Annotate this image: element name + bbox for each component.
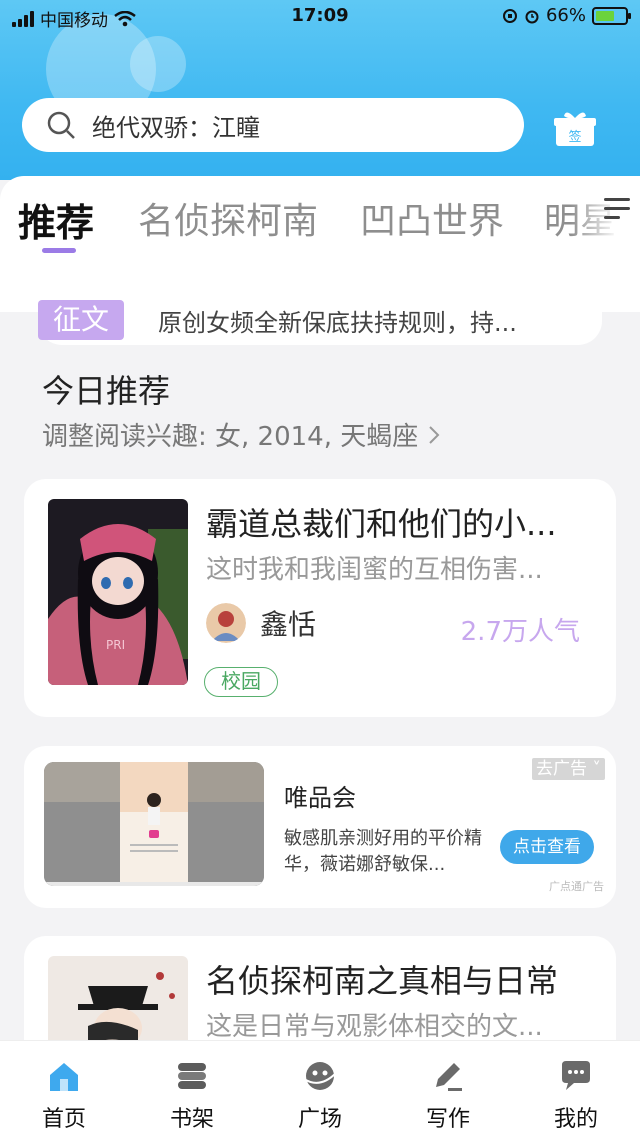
ad-description: 敏感肌亲测好用的平价精华，薇诺娜舒敏保... bbox=[284, 828, 482, 875]
gift-icon[interactable]: 签 bbox=[554, 110, 596, 148]
book-description: 这时我和我闺蜜的互相伤害... bbox=[206, 555, 543, 585]
chevron-right-icon bbox=[429, 425, 440, 444]
book-popularity: 2.7万人气 bbox=[460, 617, 580, 647]
nav-home[interactable]: 首页 bbox=[24, 1059, 104, 1133]
bottom-nav: 首页 书架 广场 写作 我的 bbox=[0, 1040, 640, 1139]
alarm-icon bbox=[525, 10, 539, 23]
nav-bookshelf[interactable]: 书架 bbox=[152, 1059, 232, 1133]
nav-mine[interactable]: 我的 bbox=[536, 1059, 616, 1133]
tab-conan[interactable]: 名侦探柯南 bbox=[138, 192, 318, 244]
remove-ad-label: 去广告 bbox=[536, 759, 587, 779]
notice-tag: 征文 bbox=[38, 300, 124, 340]
section-title: 今日推荐 bbox=[42, 372, 171, 410]
book-description: 这是日常与观影体相交的文... bbox=[206, 1012, 543, 1042]
svg-text:PRI: PRI bbox=[106, 638, 125, 652]
chat-bubble-icon bbox=[562, 1061, 590, 1090]
book-cover-art: PRI bbox=[48, 499, 188, 685]
battery-percent: 66% bbox=[545, 5, 586, 26]
notice-banner[interactable]: 征文 原创女频全新保底扶持规则，持... bbox=[38, 295, 602, 345]
nav-bookshelf-label: 书架 bbox=[169, 1107, 214, 1132]
status-right: 66% bbox=[502, 5, 631, 26]
book-cover[interactable]: PRI bbox=[48, 499, 188, 685]
pen-icon bbox=[436, 1063, 462, 1091]
interest-settings-link[interactable]: 调整阅读兴趣: 女, 2014, 天蝎座 bbox=[42, 416, 440, 453]
ad-image[interactable] bbox=[44, 762, 264, 886]
search-icon bbox=[47, 111, 75, 139]
nav-mine-label: 我的 bbox=[553, 1107, 598, 1132]
book-genre-tag[interactable]: 校园 bbox=[204, 667, 278, 697]
ad-card[interactable]: 去广告 ˅ 唯品会 敏感肌亲测好用的平价精华，薇诺娜舒敏保... 点击查看 广点… bbox=[24, 746, 616, 908]
ad-source: 广点通广告 bbox=[549, 880, 604, 893]
gift-label: 签 bbox=[568, 129, 581, 145]
tab-kaizi-world[interactable]: 凹凸世界 bbox=[360, 192, 504, 244]
battery-icon bbox=[592, 6, 631, 25]
nav-home-label: 首页 bbox=[41, 1107, 86, 1132]
section-subtitle: 调整阅读兴趣: 女, 2014, 天蝎座 bbox=[42, 422, 419, 452]
plaza-icon bbox=[303, 1062, 337, 1090]
book-author: 鑫恬 bbox=[206, 603, 316, 643]
ad-image-art bbox=[44, 762, 264, 886]
tab-recommend[interactable]: 推荐 bbox=[18, 192, 94, 247]
search-query: 绝代双骄：江瞳 bbox=[92, 113, 260, 142]
bookshelf-icon bbox=[178, 1063, 206, 1089]
tab-indicator bbox=[42, 248, 76, 253]
ad-title: 唯品会 bbox=[284, 784, 356, 812]
nav-plaza-label: 广场 bbox=[297, 1107, 342, 1132]
category-tabs: 推荐 名侦探柯南 凹凸世界 明星 bbox=[0, 176, 640, 312]
decor-bubble bbox=[130, 36, 186, 92]
book-title: 霸道总裁们和他们的小... bbox=[206, 505, 557, 543]
remove-ad-button[interactable]: 去广告 ˅ bbox=[532, 758, 605, 780]
book-title: 名侦探柯南之真相与日常 bbox=[206, 962, 559, 1000]
nav-plaza[interactable]: 广场 bbox=[280, 1059, 360, 1133]
search-bar[interactable]: 绝代双骄：江瞳 bbox=[22, 98, 524, 152]
rotation-lock-icon bbox=[502, 8, 517, 23]
author-name: 鑫恬 bbox=[260, 608, 317, 641]
author-avatar bbox=[206, 603, 246, 643]
notice-text: 原创女频全新保底扶持规则，持... bbox=[158, 308, 517, 337]
tab-menu-icon[interactable] bbox=[604, 198, 630, 225]
home-icon bbox=[50, 1063, 78, 1091]
nav-write-label: 写作 bbox=[425, 1107, 470, 1132]
header: 中国移动 17:09 66% 绝代双骄：江瞳 签 bbox=[0, 0, 640, 180]
status-bar: 中国移动 17:09 66% bbox=[0, 0, 640, 34]
book-card[interactable]: PRI 霸道总裁们和他们的小... 这时我和我闺蜜的互相伤害... 鑫恬 2.7… bbox=[24, 479, 616, 717]
ad-view-button[interactable]: 点击查看 bbox=[500, 830, 594, 864]
nav-write[interactable]: 写作 bbox=[408, 1059, 488, 1133]
